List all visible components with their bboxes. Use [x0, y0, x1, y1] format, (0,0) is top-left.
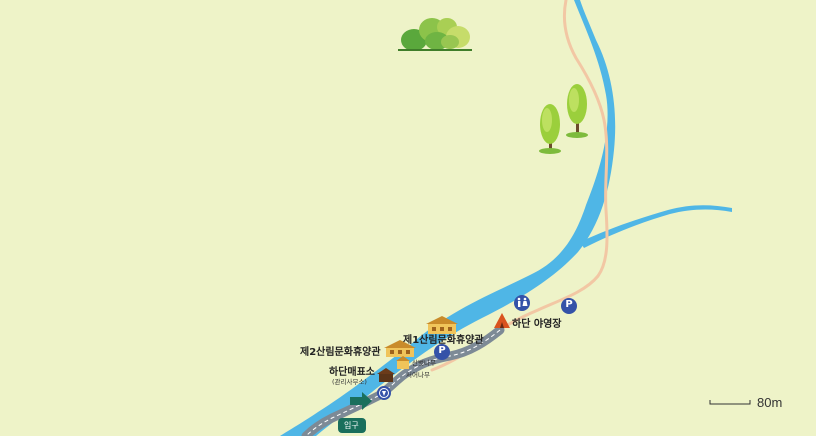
place-label-store-sub: (관리사무소)	[332, 378, 367, 386]
scale-bar	[709, 400, 751, 405]
place-label-first-hall: 제1산림문화휴양관	[403, 335, 484, 346]
parking-label: P	[565, 299, 573, 310]
scale-label: 80m	[757, 395, 783, 410]
tree-icon	[539, 104, 561, 154]
map-canvas: 제1산림문화휴양관 제2산림문화휴양관 하단매표소 (관리사무소) 산벚나무 서…	[0, 0, 816, 436]
info-marker-icon	[377, 386, 391, 400]
tree-icon	[566, 84, 588, 138]
river-tributary	[580, 205, 732, 248]
place-label-cabin-a: 산벚나무	[412, 359, 436, 367]
place-label-second-hall: 제2산림문화휴양관	[300, 347, 381, 358]
bush-icon	[398, 18, 472, 51]
place-label-cabin-b: 서어나무	[406, 371, 430, 379]
place-label-campsite: 하단 야영장	[512, 319, 562, 330]
tent-icon	[494, 313, 510, 328]
entrance-label: 입구	[344, 421, 359, 430]
parking-label: P	[438, 345, 446, 356]
restroom-icon	[514, 295, 530, 311]
